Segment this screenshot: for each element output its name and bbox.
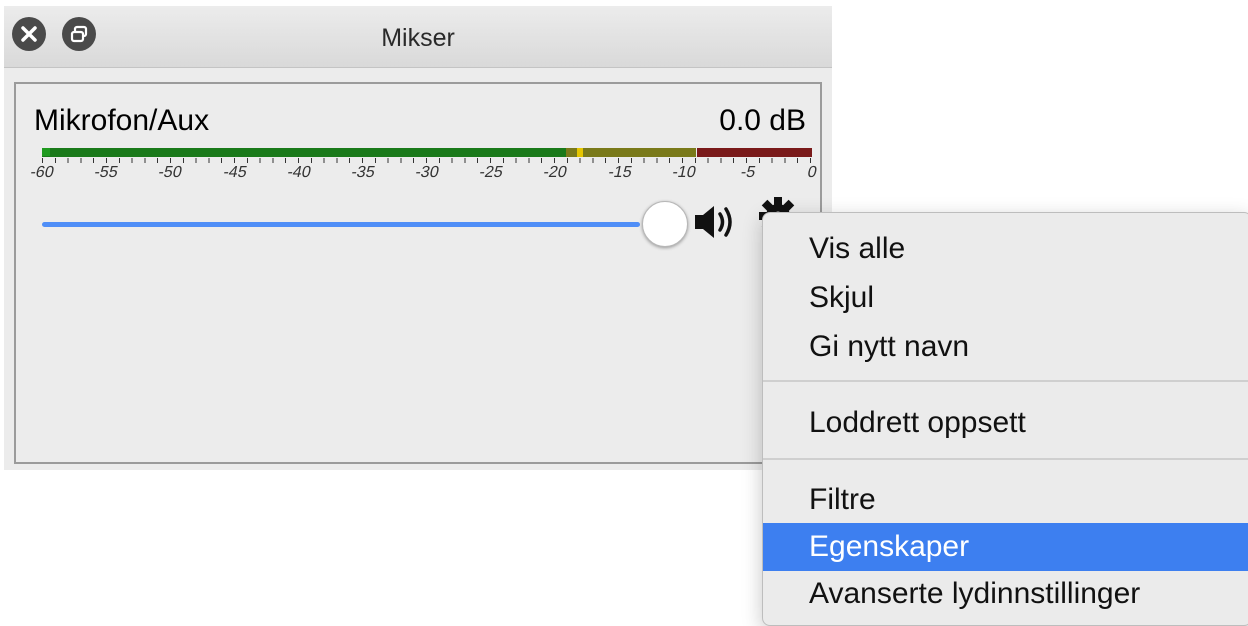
meter-tick-label: -25 [477, 164, 505, 181]
meter-tick-label: -35 [349, 164, 377, 181]
volume-slider-track[interactable] [42, 222, 640, 227]
meter-tick-label: -10 [670, 164, 698, 181]
meter-peak-marker [577, 148, 584, 157]
meter-green-zone [42, 148, 566, 157]
menu-item-properties[interactable]: Egenskaper [763, 523, 1248, 571]
audio-mixer-dock: Mikser Mikrofon/Aux 0.0 dB -60 -55 -50 -45-… [4, 6, 832, 470]
dock-titlebar[interactable]: Mikser [4, 6, 832, 68]
meter-scale: -60 -55 -50 -45 -40 -35 -30 -25 -20 -15 -10 -5 0 [29, 158, 818, 182]
meter-tick-label: -5 [739, 164, 757, 181]
meter-tick-label: 0 [805, 164, 819, 181]
meter-tick-label: -40 [285, 164, 313, 181]
menu-item-hide[interactable]: Skjul [763, 274, 1248, 322]
menu-separator [763, 458, 1248, 460]
menu-item-advanced-audio[interactable]: Avanserte lydinnstillinger [763, 570, 1248, 618]
menu-item-vertical-layout[interactable]: Loddrett oppsett [763, 399, 1248, 447]
meter-tick-label: -45 [221, 164, 248, 181]
meter-tick-label: -60 [28, 164, 56, 181]
context-menu: Vis alle Skjul Gi nytt navn Loddrett opp… [762, 212, 1248, 626]
dock-title: Mikser [381, 24, 455, 52]
meter-tick-label: -55 [92, 164, 120, 181]
meter-level [42, 148, 50, 156]
source-name: Mikrofon/Aux [34, 104, 210, 137]
volume-meter [42, 148, 812, 157]
menu-separator [763, 380, 1248, 382]
meter-red-zone [696, 148, 812, 157]
menu-item-filters[interactable]: Filtre [763, 476, 1248, 524]
speaker-icon[interactable] [692, 202, 742, 242]
mixer-source-panel: Mikrofon/Aux 0.0 dB -60 -55 -50 -45 -40 -35 -3… [14, 82, 822, 464]
volume-slider-handle[interactable] [642, 201, 688, 247]
meter-tick-label: -50 [157, 164, 184, 181]
menu-item-show-all[interactable]: Vis alle [763, 225, 1248, 273]
meter-tick-label: -15 [606, 164, 633, 181]
volume-db-readout: 0.0 dB [719, 104, 806, 137]
meter-tick-label: -20 [542, 164, 569, 181]
meter-yellow-zone [565, 148, 697, 157]
meter-tick-marks [42, 158, 812, 163]
menu-item-rename[interactable]: Gi nytt navn [763, 323, 1248, 371]
meter-tick-label: -30 [413, 164, 441, 181]
